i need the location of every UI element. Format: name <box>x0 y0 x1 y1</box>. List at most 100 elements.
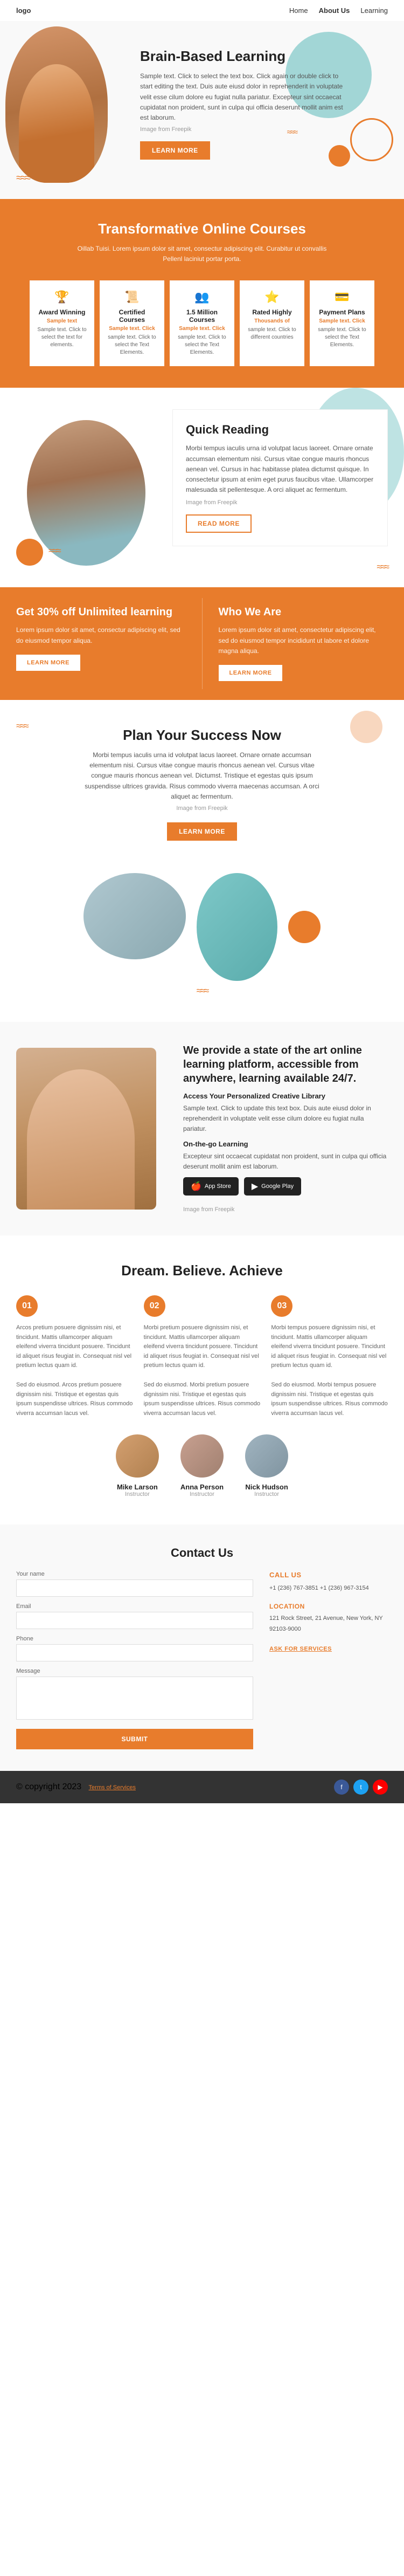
dream-section: Dream. Believe. Achieve 01 Arcos pretium… <box>0 1235 404 1524</box>
phone-input[interactable] <box>16 1644 253 1661</box>
feature-award-desc: Sample text. Click to select the text fo… <box>37 326 87 349</box>
team-member-2: Anna Person Instructor <box>180 1434 224 1497</box>
platform-section1-title: Access Your Personalized Creative Librar… <box>183 1092 388 1100</box>
platform-content: We provide a state of the art online lea… <box>183 1043 388 1214</box>
feature-rated-sub: Thousands of <box>247 318 297 324</box>
plan-wave-bottom: ≈≈≈ <box>16 986 388 995</box>
name-group: Your name <box>16 1571 253 1597</box>
plan-image-credit: Image from Freepik <box>16 805 388 812</box>
youtube-icon[interactable]: ▶ <box>373 1780 388 1795</box>
get-discount-col: Get 30% off Unlimited learning Lorem ips… <box>0 587 202 700</box>
message-textarea[interactable] <box>16 1677 253 1720</box>
get-discount-button[interactable]: LEARN MORE <box>16 655 80 671</box>
who-we-are-title: Who We Are <box>219 606 388 619</box>
platform-person-image <box>16 1048 156 1210</box>
appstore-button[interactable]: 🍎 App Store <box>183 1177 239 1196</box>
dream-grid: 01 Arcos pretium posuere dignissim nisi,… <box>16 1295 388 1418</box>
quick-person-circle <box>27 420 145 566</box>
quick-body: Morbi tempus iaculis urna id volutpat la… <box>186 443 374 495</box>
copyright: © copyright 2023 Terms of Services <box>16 1782 136 1792</box>
dream-num-3: 03 <box>271 1295 292 1317</box>
map-link[interactable]: ASK FOR SERVICES <box>269 1646 332 1652</box>
nav-learning[interactable]: Learning <box>360 6 388 15</box>
footer: © copyright 2023 Terms of Services f t ▶ <box>0 1771 404 1803</box>
million-icon: 👥 <box>177 290 227 304</box>
hero-image-credit: Image from Freepik <box>140 126 345 133</box>
team-role-1: Instructor <box>116 1491 159 1497</box>
logo: logo <box>16 6 31 15</box>
platform-section2-title: On-the-go Learning <box>183 1140 388 1148</box>
feature-award: 🏆 Award Winning Sample text Sample text.… <box>30 280 94 366</box>
hero-person-container <box>5 21 113 188</box>
feature-award-title: Award Winning <box>37 308 87 316</box>
contact-section: Contact Us Your name Email Phone Message… <box>0 1524 404 1771</box>
feature-payment-title: Payment Plans <box>317 308 367 316</box>
name-input[interactable] <box>16 1579 253 1597</box>
team-role-2: Instructor <box>180 1491 224 1497</box>
quick-card: Quick Reading Morbi tempus iaculis urna … <box>172 409 388 546</box>
email-group: Email <box>16 1603 253 1629</box>
dream-num-1: 01 <box>16 1295 38 1317</box>
quick-wave: ≈≈≈ <box>377 562 388 571</box>
facebook-icon[interactable]: f <box>334 1780 349 1795</box>
who-we-are-button[interactable]: LEARN MORE <box>219 665 283 681</box>
team-member-1: Mike Larson Instructor <box>116 1434 159 1497</box>
dream-extra-3: Sed do eiusmod. Morbi tempus posuere dig… <box>271 1380 388 1418</box>
feature-award-sub: Sample text <box>37 318 87 324</box>
feature-certified-title: Certified Courses <box>107 308 157 324</box>
team-avatar-2 <box>180 1434 224 1478</box>
feature-certified-sub: Sample text. Click <box>107 326 157 332</box>
rated-icon: ⭐ <box>247 290 297 304</box>
feature-rated-title: Rated Highly <box>247 308 297 316</box>
platform-section: We provide a state of the art online lea… <box>0 1022 404 1235</box>
certified-icon: 📜 <box>107 290 157 304</box>
phone-label: Phone <box>16 1636 253 1642</box>
feature-million-desc: sample text. Click to select the Text El… <box>177 334 227 356</box>
terms-link[interactable]: Terms of Services <box>89 1784 136 1791</box>
platform-image-area <box>16 1048 167 1210</box>
team-name-2: Anna Person <box>180 1483 224 1491</box>
feature-rated: ⭐ Rated Highly Thousands of sample text.… <box>240 280 304 366</box>
dream-extra-2: Sed do eiusmod. Morbi pretium posuere di… <box>144 1380 261 1418</box>
team-member-3: Nick Hudson Instructor <box>245 1434 288 1497</box>
submit-button[interactable]: SUBMIT <box>16 1729 253 1749</box>
hero-learn-more-button[interactable]: LEARN MORE <box>140 141 210 160</box>
copyright-text: © copyright 2023 <box>16 1782 81 1791</box>
hero-content: Brain-Based Learning Sample text. Click … <box>140 37 345 160</box>
googleplay-button[interactable]: ▶ Google Play <box>244 1177 301 1196</box>
team-row: Mike Larson Instructor Anna Person Instr… <box>16 1434 388 1497</box>
team-name-3: Nick Hudson <box>245 1483 288 1491</box>
twitter-icon[interactable]: t <box>353 1780 368 1795</box>
two-col-section: Get 30% off Unlimited learning Lorem ips… <box>0 587 404 700</box>
plan-body: Morbi tempus iaculis urna id volutpat la… <box>78 750 326 802</box>
quick-orange-circle <box>16 539 43 566</box>
hero-title: Brain-Based Learning <box>140 48 345 65</box>
platform-title: We provide a state of the art online lea… <box>183 1043 388 1086</box>
payment-icon: 💳 <box>317 290 367 304</box>
platform-section2-body: Excepteur sint occaecat cupidatat non pr… <box>183 1151 388 1172</box>
plan-learn-more-button[interactable]: LEARN MORE <box>167 822 237 841</box>
feature-payment-sub: Sample text. Click <box>317 318 367 324</box>
hero-body: Sample text. Click to select the text bo… <box>140 71 345 123</box>
who-we-are-col: Who We Are Lorem ipsum dolor sit amet, c… <box>203 587 404 700</box>
quick-read-more-button[interactable]: READ MORE <box>186 514 252 533</box>
email-input[interactable] <box>16 1612 253 1629</box>
quick-wave-left: ≈≈≈ <box>48 546 60 555</box>
dream-title: Dream. Believe. Achieve <box>16 1262 388 1279</box>
plan-wave-1: ≈≈≈ <box>16 722 27 730</box>
dream-body-3: Morbi tempus posuere dignissim nisi, et … <box>271 1323 388 1371</box>
nav-links: Home About Us Learning <box>289 6 388 15</box>
person-single-circle <box>197 873 277 981</box>
get-discount-body: Lorem ipsum dolor sit amet, consectur ad… <box>16 625 186 645</box>
courses-section: Transformative Online Courses Oillab Tui… <box>0 199 404 388</box>
nav-home[interactable]: Home <box>289 6 308 15</box>
hero-person-circle <box>5 26 108 183</box>
nav-about[interactable]: About Us <box>319 6 350 15</box>
contact-title: Contact Us <box>16 1546 388 1560</box>
play-icon: ▶ <box>252 1181 258 1192</box>
quick-person-silhouette <box>27 420 145 566</box>
feature-million-title: 1.5 Million Courses <box>177 308 227 324</box>
platform-section1-body: Sample text. Click to update this text b… <box>183 1103 388 1135</box>
person-group-circle <box>83 873 186 959</box>
phone-group: Phone <box>16 1636 253 1661</box>
